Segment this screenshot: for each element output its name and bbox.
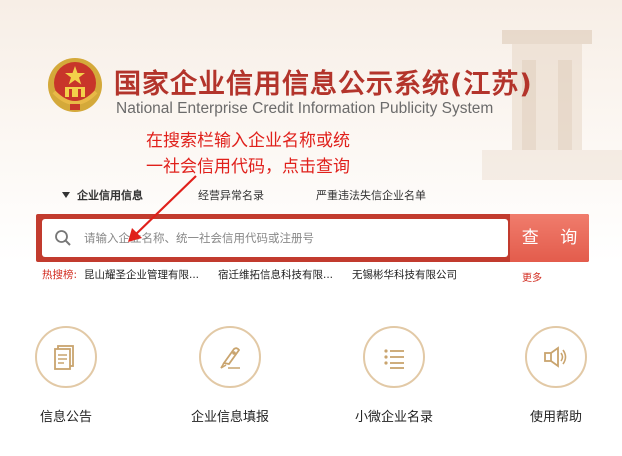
hot-search-item[interactable]: 宿迁维拓信息科技有限... xyxy=(218,267,333,282)
site-subtitle: National Enterprise Credit Information P… xyxy=(116,100,494,117)
hot-search-label: 热搜榜: xyxy=(42,269,78,281)
feature-label: 企业信息填报 xyxy=(190,410,269,425)
tab-abnormal-list[interactable]: 经营异常名录 xyxy=(198,187,264,203)
feature-enterprise-report[interactable]: 企业信息填报 xyxy=(170,326,290,425)
hot-search-item[interactable]: 无锡彬华科技有限公司 xyxy=(352,267,457,282)
search-box xyxy=(42,219,508,257)
speaker-icon xyxy=(544,346,567,368)
feature-circle xyxy=(199,326,261,388)
tab-enterprise-credit[interactable]: 企业信用信息 xyxy=(62,187,143,203)
feature-micro-enterprise[interactable]: 小微企业名录 xyxy=(334,326,454,425)
feature-circle xyxy=(525,326,587,388)
search-button[interactable]: 查 询 xyxy=(510,214,589,262)
feature-label: 信息公告 xyxy=(39,410,92,425)
annotation-line-1: 在搜索栏输入企业名称或统 xyxy=(146,131,350,151)
list-icon xyxy=(384,349,404,369)
search-input[interactable] xyxy=(84,219,494,257)
caret-down-icon xyxy=(62,192,70,198)
feature-links: 信息公告 企业信息填报 小微企业名录 使用帮助 xyxy=(0,326,622,446)
search-icon xyxy=(55,230,71,246)
feature-label: 小微企业名录 xyxy=(354,410,433,425)
hot-search-item[interactable]: 昆山耀圣企业管理有限... xyxy=(84,267,199,282)
tab-label: 企业信用信息 xyxy=(77,189,143,202)
site-title: 国家企业信用信息公示系统(江苏) xyxy=(114,69,533,100)
feature-help[interactable]: 使用帮助 xyxy=(496,326,616,425)
tab-label: 严重违法失信企业名单 xyxy=(316,189,426,202)
national-emblem-icon xyxy=(48,58,102,112)
tab-label: 经营异常名录 xyxy=(198,189,264,202)
annotation-line-2: 一社会信用代码，点击查询 xyxy=(146,157,350,177)
feature-circle xyxy=(35,326,97,388)
pen-icon xyxy=(220,347,241,369)
feature-label: 使用帮助 xyxy=(529,410,582,425)
document-icon xyxy=(54,345,74,370)
instruction-annotation: 在搜索栏输入企业名称或统 一社会信用代码，点击查询 xyxy=(146,128,426,180)
more-link[interactable]: 更多 xyxy=(522,269,542,284)
feature-circle xyxy=(363,326,425,388)
tab-blacklist[interactable]: 严重违法失信企业名单 xyxy=(316,187,426,203)
search-bar: 查 询 xyxy=(36,214,589,262)
feature-info-announcement[interactable]: 信息公告 xyxy=(6,326,126,425)
